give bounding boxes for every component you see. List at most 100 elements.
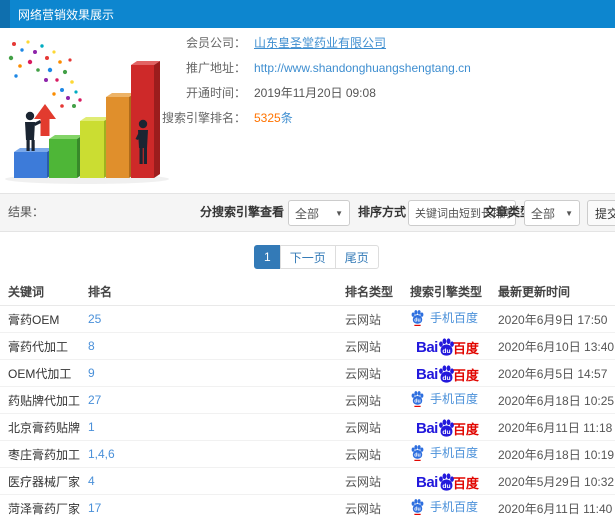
- pagination: 1 下一页 尾页: [254, 245, 379, 269]
- chevron-down-icon: ▼: [565, 208, 573, 218]
- keyword-cell: 枣庄膏药加工: [8, 447, 81, 462]
- engine-rank-unit: 条: [280, 111, 293, 125]
- results-table-header: 关键词 排名 排名类型 搜索引擎类型 最新更新时间: [0, 278, 615, 306]
- rank-type-cell: 云网站: [345, 420, 382, 435]
- engine-type-cell: du 手机百度: [410, 498, 498, 518]
- next-page-button[interactable]: 下一页: [279, 245, 336, 269]
- engine-type-cell: Bai du 百度: [410, 418, 498, 437]
- marketing-report-page: 网络营销效果展示 会员公司： 山东皇圣堂药业有限公司 推广地址： http://…: [0, 0, 615, 520]
- rank-link[interactable]: 9: [88, 366, 345, 380]
- baidu-logo: Bai du 百度: [416, 364, 479, 383]
- svg-text:du: du: [414, 317, 420, 323]
- rank-type-cell: 云网站: [345, 501, 382, 516]
- baidu-logo-name: 百度: [452, 422, 479, 437]
- engine-type-cell: Bai du 百度: [410, 364, 498, 383]
- header-rank-type: 排名类型: [345, 285, 394, 299]
- svg-text:du: du: [442, 483, 450, 490]
- baidu-logo-name: 百度: [452, 476, 479, 491]
- mobile-baidu-label: 手机百度: [430, 311, 479, 325]
- keyword-cell: 膏药代加工: [8, 339, 69, 354]
- bar-orange: [106, 93, 135, 178]
- member-info: 会员公司： 山东皇圣堂药业有限公司 推广地址： http://www.shand…: [160, 30, 615, 130]
- table-row: OEM代加工 9 云网站 Bai du 百度 2020年6月5日 14:57: [0, 360, 615, 387]
- baidu-paw-icon: du: [411, 445, 424, 461]
- keyword-cell: 药贴牌代加工: [8, 393, 81, 408]
- rank-link[interactable]: 17: [88, 501, 345, 515]
- rank-type-cell: 云网站: [345, 393, 382, 408]
- rank-link[interactable]: 1,4,6: [88, 447, 345, 461]
- header-rank: 排名: [88, 285, 113, 299]
- results-table: 关键词 排名 排名类型 搜索引擎类型 最新更新时间 膏药OEM 25 云网站 du 手机…: [0, 278, 615, 520]
- baidu-logo: Bai du 百度: [416, 472, 479, 491]
- bar-green: [49, 135, 83, 178]
- baidu-logo: Bai du 百度: [416, 418, 479, 437]
- header-engine-type: 搜索引擎类型: [410, 285, 483, 299]
- rank-type-cell: 云网站: [345, 339, 382, 354]
- updated-cell: 2020年5月29日 10:32: [498, 474, 615, 489]
- article-type-value: 全部: [531, 206, 556, 221]
- rank-type-cell: 云网站: [345, 366, 382, 381]
- page-title: 网络营销效果展示: [18, 7, 115, 22]
- rank-link[interactable]: 25: [88, 312, 345, 326]
- engine-rank-count: 5325: [254, 111, 281, 125]
- engine-type-cell: du 手机百度: [410, 390, 498, 410]
- table-row: 医疗器械厂家 4 云网站 Bai du 百度 2020年5月29日 10:32: [0, 468, 615, 495]
- engine-type-cell: Bai du 百度: [410, 337, 498, 356]
- updated-cell: 2020年6月11日 11:40: [498, 501, 613, 516]
- baidu-logo-bai: Bai: [416, 339, 438, 356]
- rank-link[interactable]: 4: [88, 474, 345, 488]
- engine-filter-value: 全部: [295, 206, 320, 221]
- page-1-button[interactable]: 1: [254, 245, 281, 269]
- updated-cell: 2020年6月5日 14:57: [498, 366, 608, 381]
- filter-bar: 结果： 分搜索引擎查看 全部 ▼ 排序方式 关键词由短到长排序 ▼ 文章类型 全…: [0, 193, 615, 232]
- updated-cell: 2020年6月18日 10:25: [498, 393, 615, 408]
- rank-type-cell: 云网站: [345, 474, 382, 489]
- rank-type-cell: 云网站: [345, 312, 382, 327]
- engine-rank-row: 搜索引擎排名： 5325条: [160, 105, 615, 130]
- page-title-bar: 网络营销效果展示: [0, 0, 615, 28]
- mobile-baidu-logo: du 手机百度: [410, 444, 478, 461]
- svg-text:du: du: [442, 429, 450, 436]
- table-row: 药贴牌代加工 27 云网站 du 手机百度 2020年6月18日 10:25: [0, 387, 615, 414]
- table-row: 枣庄膏药加工 1,4,6 云网站 du 手机百度 2020年6月18日 10:19: [0, 441, 615, 468]
- baidu-logo-bai: Bai: [416, 474, 438, 491]
- baidu-logo-bai: Bai: [416, 420, 438, 437]
- engine-type-cell: Bai du 百度: [410, 472, 498, 491]
- member-company-link[interactable]: 山东皇圣堂药业有限公司: [254, 34, 386, 51]
- rank-link[interactable]: 8: [88, 339, 345, 353]
- keyword-cell: 膏药OEM: [8, 312, 60, 327]
- svg-text:du: du: [442, 348, 450, 355]
- engine-filter-select[interactable]: 全部 ▼: [288, 200, 350, 226]
- last-page-button[interactable]: 尾页: [334, 245, 379, 269]
- table-row: 菏泽膏药厂家 17 云网站 du 手机百度 2020年6月11日 11:40: [0, 495, 615, 520]
- updated-cell: 2020年6月9日 17:50: [498, 312, 608, 327]
- baidu-paw-icon: du: [411, 391, 424, 407]
- svg-text:du: du: [414, 452, 420, 458]
- table-row: 膏药代加工 8 云网站 Bai du 百度 2020年6月10日 13:40: [0, 333, 615, 360]
- promo-url-link[interactable]: http://www.shandonghuangshengtang.cn: [254, 61, 471, 75]
- bar-yellow: [80, 117, 110, 178]
- submit-button[interactable]: 提交: [587, 200, 615, 226]
- baidu-paw-icon: du: [411, 310, 424, 326]
- svg-text:du: du: [414, 398, 420, 404]
- rank-type-cell: 云网站: [345, 447, 382, 462]
- engine-rank-value: 5325条: [254, 109, 293, 126]
- svg-text:du: du: [442, 375, 450, 382]
- mobile-baidu-logo: du 手机百度: [410, 309, 478, 326]
- promo-url-row: 推广地址： http://www.shandonghuangshengtang.…: [160, 55, 615, 80]
- mobile-baidu-logo: du 手机百度: [410, 498, 478, 515]
- rank-link[interactable]: 1: [88, 420, 345, 434]
- result-label: 结果：: [8, 205, 45, 219]
- updated-cell: 2020年6月11日 11:18: [498, 420, 613, 435]
- mobile-baidu-label: 手机百度: [430, 392, 479, 406]
- rank-link[interactable]: 27: [88, 393, 345, 407]
- keyword-cell: OEM代加工: [8, 366, 72, 381]
- open-time-label: 开通时间：: [185, 86, 246, 100]
- up-arrow-icon: [34, 104, 56, 136]
- title-bar-left-edge: [0, 0, 10, 28]
- baidu-logo-name: 百度: [452, 341, 479, 356]
- baidu-logo-name: 百度: [452, 368, 479, 383]
- table-row: 北京膏药贴牌 1 云网站 Bai du 百度 2020年6月11日 11:18: [0, 414, 615, 441]
- updated-cell: 2020年6月18日 10:19: [498, 447, 615, 462]
- article-type-select[interactable]: 全部 ▼: [524, 200, 580, 226]
